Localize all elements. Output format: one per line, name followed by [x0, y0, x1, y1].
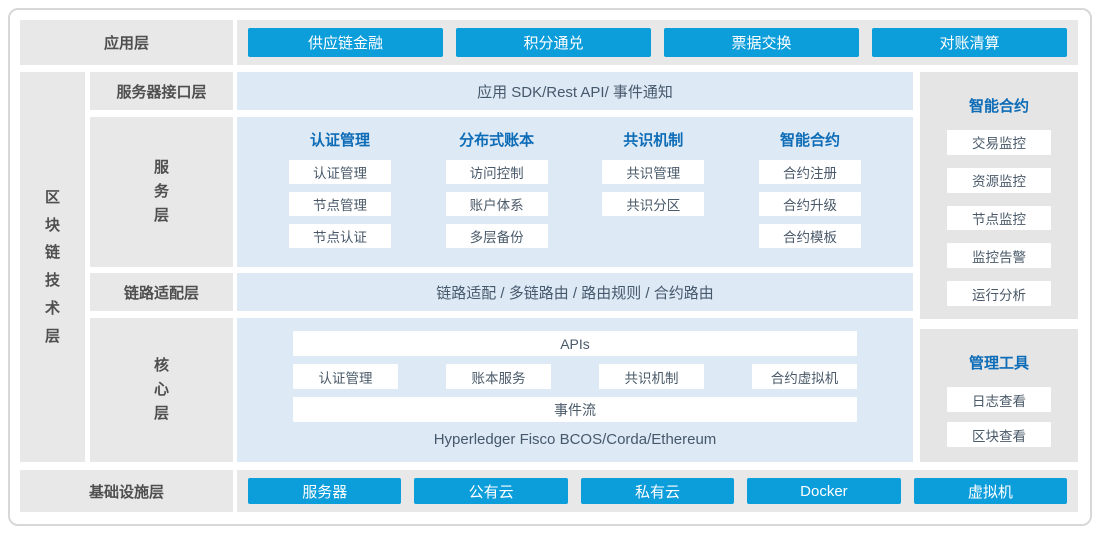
tool-node: 日志查看	[947, 387, 1051, 412]
infra-node-server: 服务器	[248, 478, 401, 504]
sdk-api-row: 应用 SDK/Rest API/ 事件通知	[237, 72, 913, 110]
blockchain-tech-layer-rail: 区块链技术层	[20, 72, 85, 462]
core-node-contract-vm: 合约虚拟机	[752, 364, 857, 389]
layer-label-column: 服务器接口层 服务层 链路适配层 核心层	[90, 72, 233, 462]
infra-node-public-cloud: 公有云	[414, 478, 567, 504]
service-node: 节点认证	[289, 224, 391, 248]
service-col-ledger: 分布式账本 访问控制 账户体系 多层备份	[446, 129, 548, 267]
core-layer-panel: APIs 认证管理 账本服务 共识机制 合约虚拟机 事件流 Hyperledge…	[237, 318, 913, 462]
service-col-consensus: 共识机制 共识管理 共识分区	[602, 129, 704, 267]
blockchain-tech-layer-label: 区块链技术层	[45, 184, 60, 351]
infra-node-docker: Docker	[747, 478, 900, 504]
interface-layer-label: 服务器接口层	[90, 72, 233, 110]
service-node: 合约升级	[759, 192, 861, 216]
service-layer-label: 服务层	[90, 117, 233, 267]
service-node: 共识管理	[602, 160, 704, 184]
app-node-points-exchange: 积分通兑	[456, 28, 651, 57]
monitor-node: 监控告警	[947, 243, 1051, 268]
right-panel-column: 智能合约 交易监控 资源监控 节点监控 监控告警 运行分析 管理工具 日志查看 …	[920, 72, 1078, 462]
application-layer-label: 应用层	[20, 20, 233, 65]
panel-title: 管理工具	[969, 352, 1029, 373]
core-node-ledger: 账本服务	[446, 364, 551, 389]
main-content-column: 应用 SDK/Rest API/ 事件通知 认证管理 认证管理 节点管理 节点认…	[237, 72, 913, 462]
monitor-node: 节点监控	[947, 206, 1051, 231]
service-col-title: 智能合约	[780, 129, 840, 151]
service-col-smart-contract: 智能合约 合约注册 合约升级 合约模板	[759, 129, 861, 267]
core-node-consensus: 共识机制	[599, 364, 704, 389]
application-button-strip: 供应链金融 积分通兑 票据交换 对账清算	[237, 20, 1078, 65]
core-node-auth: 认证管理	[293, 364, 398, 389]
architecture-diagram: 应用层 供应链金融 积分通兑 票据交换 对账清算 区块链技术层 服务器接口层 服…	[0, 0, 1100, 534]
infra-node-private-cloud: 私有云	[581, 478, 734, 504]
service-col-title: 分布式账本	[459, 129, 534, 151]
application-layer-row: 应用层 供应链金融 积分通兑 票据交换 对账清算	[20, 20, 1078, 65]
core-layer-label: 核心层	[90, 318, 233, 462]
service-col-title: 认证管理	[310, 129, 370, 151]
infra-node-vm: 虚拟机	[914, 478, 1067, 504]
monitor-node: 资源监控	[947, 168, 1051, 193]
service-node: 认证管理	[289, 160, 391, 184]
smart-contract-monitor-panel: 智能合约 交易监控 资源监控 节点监控 监控告警 运行分析	[920, 72, 1078, 319]
service-col-auth: 认证管理 认证管理 节点管理 节点认证	[289, 129, 391, 267]
service-node: 访问控制	[446, 160, 548, 184]
service-node: 节点管理	[289, 192, 391, 216]
infrastructure-button-strip: 服务器 公有云 私有云 Docker 虚拟机	[237, 470, 1078, 512]
app-node-reconciliation: 对账清算	[872, 28, 1067, 57]
monitor-node: 运行分析	[947, 281, 1051, 306]
service-col-title: 共识机制	[623, 129, 683, 151]
app-node-bill-exchange: 票据交换	[664, 28, 859, 57]
event-stream-bar: 事件流	[293, 397, 857, 422]
service-node: 账户体系	[446, 192, 548, 216]
service-node: 合约模板	[759, 224, 861, 248]
app-node-supply-chain-finance: 供应链金融	[248, 28, 443, 57]
panel-title: 智能合约	[969, 95, 1029, 116]
infrastructure-layer-label: 基础设施层	[20, 470, 233, 512]
link-adapter-row: 链路适配 / 多链路由 / 路由规则 / 合约路由	[237, 273, 913, 311]
core-platforms-text: Hyperledger Fisco BCOS/Corda/Ethereum	[434, 431, 717, 448]
core-node-row: 认证管理 账本服务 共识机制 合约虚拟机	[293, 364, 857, 389]
service-layer-panel: 认证管理 认证管理 节点管理 节点认证 分布式账本 访问控制 账户体系 多层备份…	[237, 117, 913, 267]
monitor-node: 交易监控	[947, 130, 1051, 155]
apis-bar: APIs	[293, 331, 857, 356]
infrastructure-layer-row: 基础设施层 服务器 公有云 私有云 Docker 虚拟机	[20, 470, 1078, 512]
management-tools-panel: 管理工具 日志查看 区块查看	[920, 329, 1078, 462]
tool-node: 区块查看	[947, 422, 1051, 447]
service-node: 合约注册	[759, 160, 861, 184]
service-node: 共识分区	[602, 192, 704, 216]
service-node: 多层备份	[446, 224, 548, 248]
adapter-layer-label: 链路适配层	[90, 273, 233, 311]
